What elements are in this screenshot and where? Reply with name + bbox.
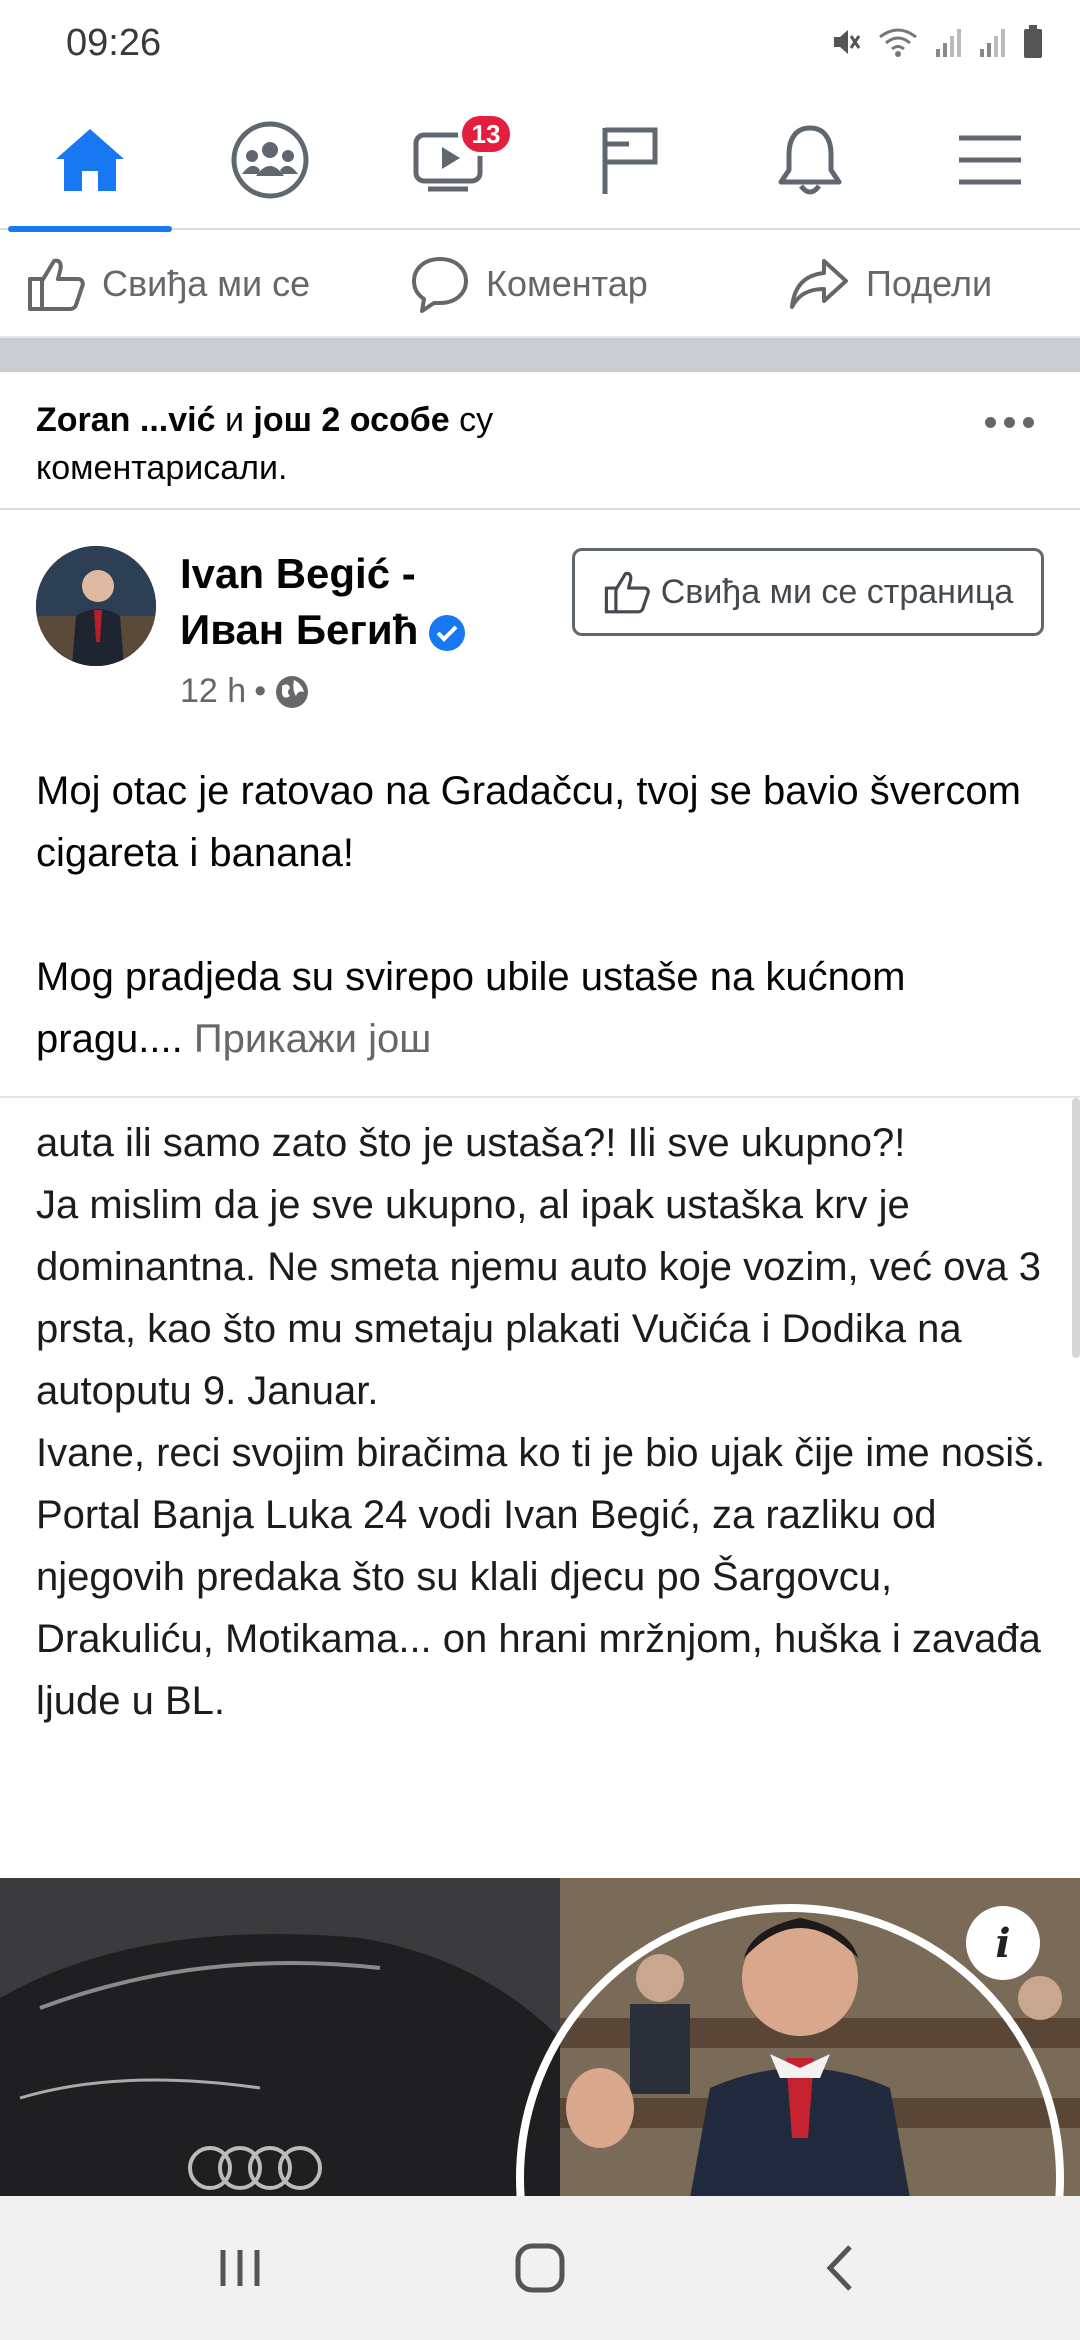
more-options-icon[interactable] bbox=[974, 402, 1044, 442]
meta-dot: • bbox=[254, 672, 267, 710]
bell-icon bbox=[778, 125, 842, 195]
author-name-cyrillic[interactable]: Иван Бегић bbox=[180, 606, 418, 653]
top-navigation: 13 bbox=[0, 90, 1080, 232]
commenter-names-end[interactable]: vić bbox=[168, 401, 215, 439]
signal-icon bbox=[936, 29, 961, 57]
post-time[interactable]: 12 h bbox=[180, 672, 246, 711]
tab-home[interactable] bbox=[0, 90, 180, 232]
battery-icon bbox=[1024, 25, 1042, 58]
hamburger-icon bbox=[959, 135, 1021, 185]
share-icon bbox=[790, 259, 848, 309]
photo-car-and-man bbox=[0, 1878, 1080, 2196]
image-text-line-4: Portal Banja Luka 24 vodi Ivan Begić, za… bbox=[36, 1493, 1041, 1723]
avatar[interactable] bbox=[36, 546, 156, 666]
feed-divider bbox=[0, 338, 1080, 372]
image-text: auta ili samo zato što je ustaša?! Ili s… bbox=[36, 1112, 1046, 1732]
watch-badge: 13 bbox=[458, 112, 514, 156]
home-button[interactable] bbox=[440, 2196, 640, 2340]
su-text: су bbox=[459, 401, 494, 439]
back-icon bbox=[826, 2245, 852, 2291]
groups-icon bbox=[231, 121, 309, 199]
post-image[interactable]: auta ili samo zato što je ustaša?! Ili s… bbox=[0, 1096, 1080, 2196]
comment-label: Коментар bbox=[486, 263, 648, 304]
back-button[interactable] bbox=[740, 2196, 940, 2340]
post-meta: 12 h • bbox=[180, 672, 310, 711]
tab-watch[interactable]: 13 bbox=[360, 90, 540, 230]
comment-icon bbox=[412, 257, 468, 313]
like-button[interactable]: Свиђа ми се bbox=[26, 230, 310, 338]
wifi-icon bbox=[879, 28, 917, 57]
activity-line: Zoran ...vić и још 2 особе су коментарис… bbox=[36, 396, 956, 492]
others-count[interactable]: још 2 особе bbox=[253, 401, 449, 439]
see-more-link[interactable]: Прикажи још bbox=[194, 1017, 431, 1061]
separator bbox=[0, 508, 1080, 510]
post-action-row: Свиђа ми се Коментар Подели bbox=[0, 230, 1080, 338]
status-bar: 09:26 bbox=[0, 0, 1080, 90]
image-text-line-2: Ja mislim da je sve ukupno, al ipak usta… bbox=[36, 1183, 1041, 1413]
status-icons bbox=[828, 24, 1044, 60]
tab-pages[interactable] bbox=[540, 90, 720, 230]
home-button-icon bbox=[515, 2243, 565, 2293]
info-icon[interactable]: i bbox=[966, 1906, 1040, 1980]
comment-button[interactable]: Коментар bbox=[410, 230, 648, 338]
thumbs-up-icon bbox=[604, 571, 650, 614]
thumbs-up-icon bbox=[28, 258, 85, 311]
status-time: 09:26 bbox=[66, 22, 162, 64]
like-page-label: Свиђа ми се страница bbox=[660, 572, 1014, 611]
like-label: Свиђа ми се bbox=[102, 263, 311, 304]
image-text-line-1: auta ili samo zato što je ustaša?! Ili s… bbox=[36, 1121, 906, 1165]
recents-icon bbox=[220, 2250, 260, 2286]
and-text: и bbox=[224, 401, 244, 439]
image-scroll-indicator bbox=[1072, 1098, 1080, 1358]
commented-text: коментарисали. bbox=[36, 449, 288, 487]
image-text-line-3: Ivane, reci svojim biračima ko ti je bio… bbox=[36, 1431, 1046, 1475]
author-name-latin[interactable]: Ivan Begić - bbox=[180, 546, 466, 602]
verified-badge-icon bbox=[429, 614, 466, 651]
tab-notifications[interactable] bbox=[720, 90, 900, 230]
mute-icon bbox=[834, 30, 861, 54]
globe-icon bbox=[276, 675, 309, 708]
tab-groups[interactable] bbox=[180, 90, 360, 230]
android-navigation-bar bbox=[0, 2196, 1080, 2340]
flag-icon bbox=[602, 127, 658, 194]
share-label: Подели bbox=[866, 263, 993, 304]
recents-button[interactable] bbox=[140, 2196, 340, 2340]
post-paragraph-2: Mog pradjeda su svirepo ubile ustaše na … bbox=[36, 955, 906, 1061]
commenter-names[interactable]: Zoran ... bbox=[36, 401, 168, 439]
home-icon bbox=[56, 129, 124, 191]
post-author[interactable]: Ivan Begić - Иван Бегић bbox=[180, 546, 466, 658]
signal-icon-2 bbox=[980, 29, 1005, 57]
post-text: Moj otac je ratovao na Gradačcu, tvoj se… bbox=[36, 760, 1046, 1070]
tab-menu[interactable] bbox=[900, 90, 1080, 230]
like-page-button[interactable]: Свиђа ми се страница bbox=[572, 548, 1044, 636]
post-paragraph-1: Moj otac je ratovao na Gradačcu, tvoj se… bbox=[36, 769, 1021, 875]
share-button[interactable]: Подели bbox=[788, 230, 992, 338]
